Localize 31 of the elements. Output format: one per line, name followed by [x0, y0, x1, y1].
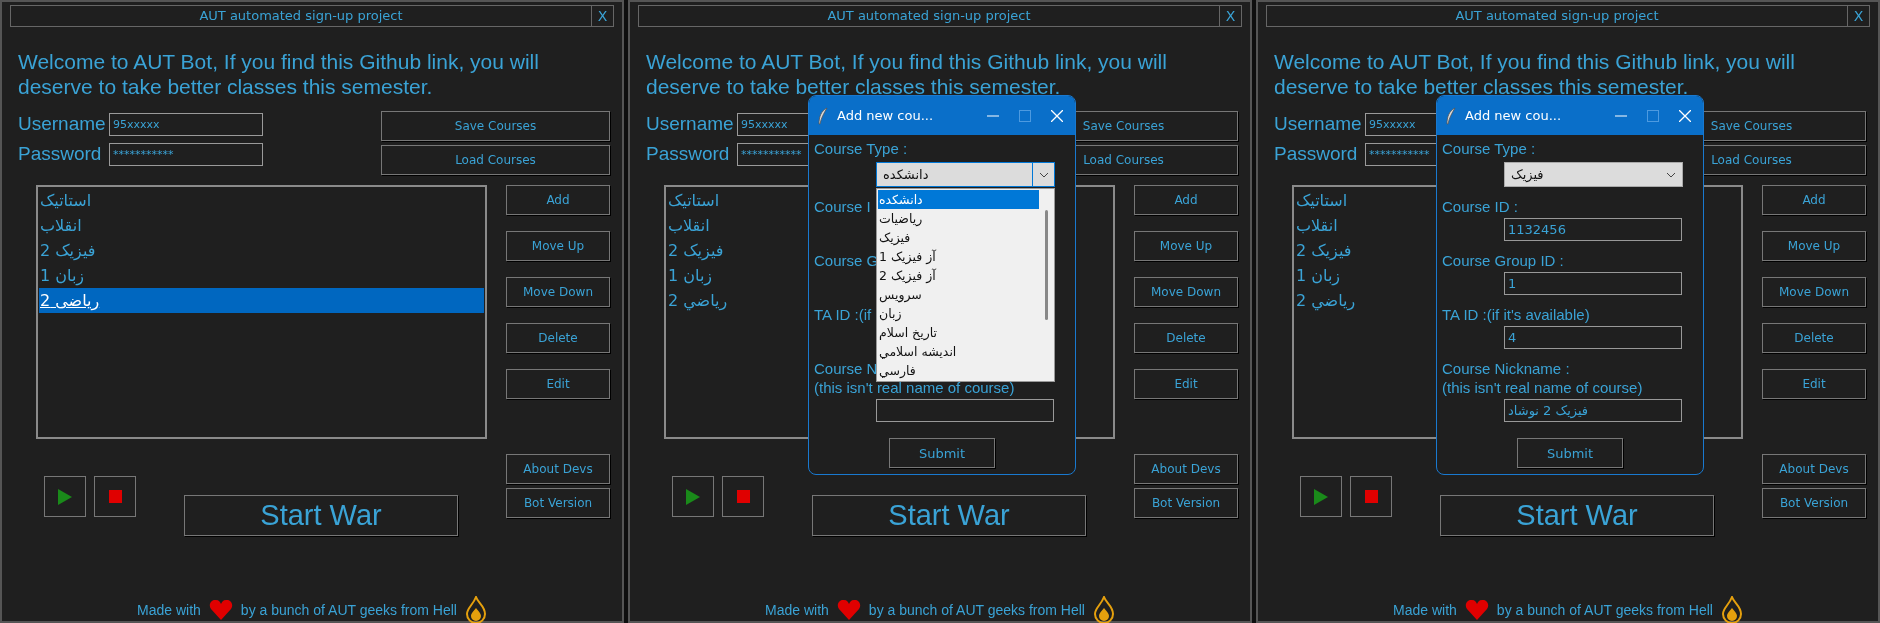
welcome-text: Welcome to AUT Bot, If you find this Github link, you will deserve to take better classes this semester. — [17, 49, 540, 99]
username-label: Username — [1274, 113, 1363, 135]
dialog-title: Add new cou... — [1465, 108, 1563, 123]
password-label: Password — [18, 143, 103, 165]
password-label: Password — [1274, 143, 1359, 165]
field-hint: (this isn't real name of course) — [814, 378, 1015, 397]
footer-text: Made with — [765, 602, 829, 618]
username-label: Username — [646, 113, 735, 135]
field-hint: (this isn't real name of course) — [1442, 378, 1643, 397]
window-title: AUT automated sign-up project — [198, 7, 404, 25]
field-label: Course Nickname : — [1442, 359, 1570, 378]
welcome-text: Welcome to AUT Bot, If you find this Github link, you will deserve to take better classes this semester. — [645, 49, 1168, 99]
password-label: Password — [646, 143, 731, 165]
footer-text: Made with — [137, 602, 201, 618]
footer-text: by a bunch of AUT geeks from Hell — [868, 602, 1085, 618]
course-type-label: Course Type : — [814, 139, 908, 158]
field-label: TA ID :(if — [814, 305, 872, 324]
username-label: Username — [18, 113, 107, 135]
footer-text: Made with — [1393, 602, 1457, 618]
field-label: Course ID : — [1442, 197, 1518, 216]
window-title: AUT automated sign-up project — [1454, 7, 1660, 25]
field-label: Course I — [814, 197, 871, 216]
course-type-label: Course Type : — [1442, 139, 1536, 158]
footer-text: by a bunch of AUT geeks from Hell — [1496, 602, 1713, 618]
dialog-title: Add new cou... — [837, 108, 935, 123]
window-title: AUT automated sign-up project — [826, 7, 1032, 25]
welcome-text: Welcome to AUT Bot, If you find this Github link, you will deserve to take better classes this semester. — [1273, 49, 1796, 99]
field-label: TA ID :(if it's available) — [1442, 305, 1590, 324]
field-label: Course Group ID : — [1442, 251, 1564, 270]
footer-text: by a bunch of AUT geeks from Hell — [240, 602, 457, 618]
field-label: Course N — [814, 359, 878, 378]
